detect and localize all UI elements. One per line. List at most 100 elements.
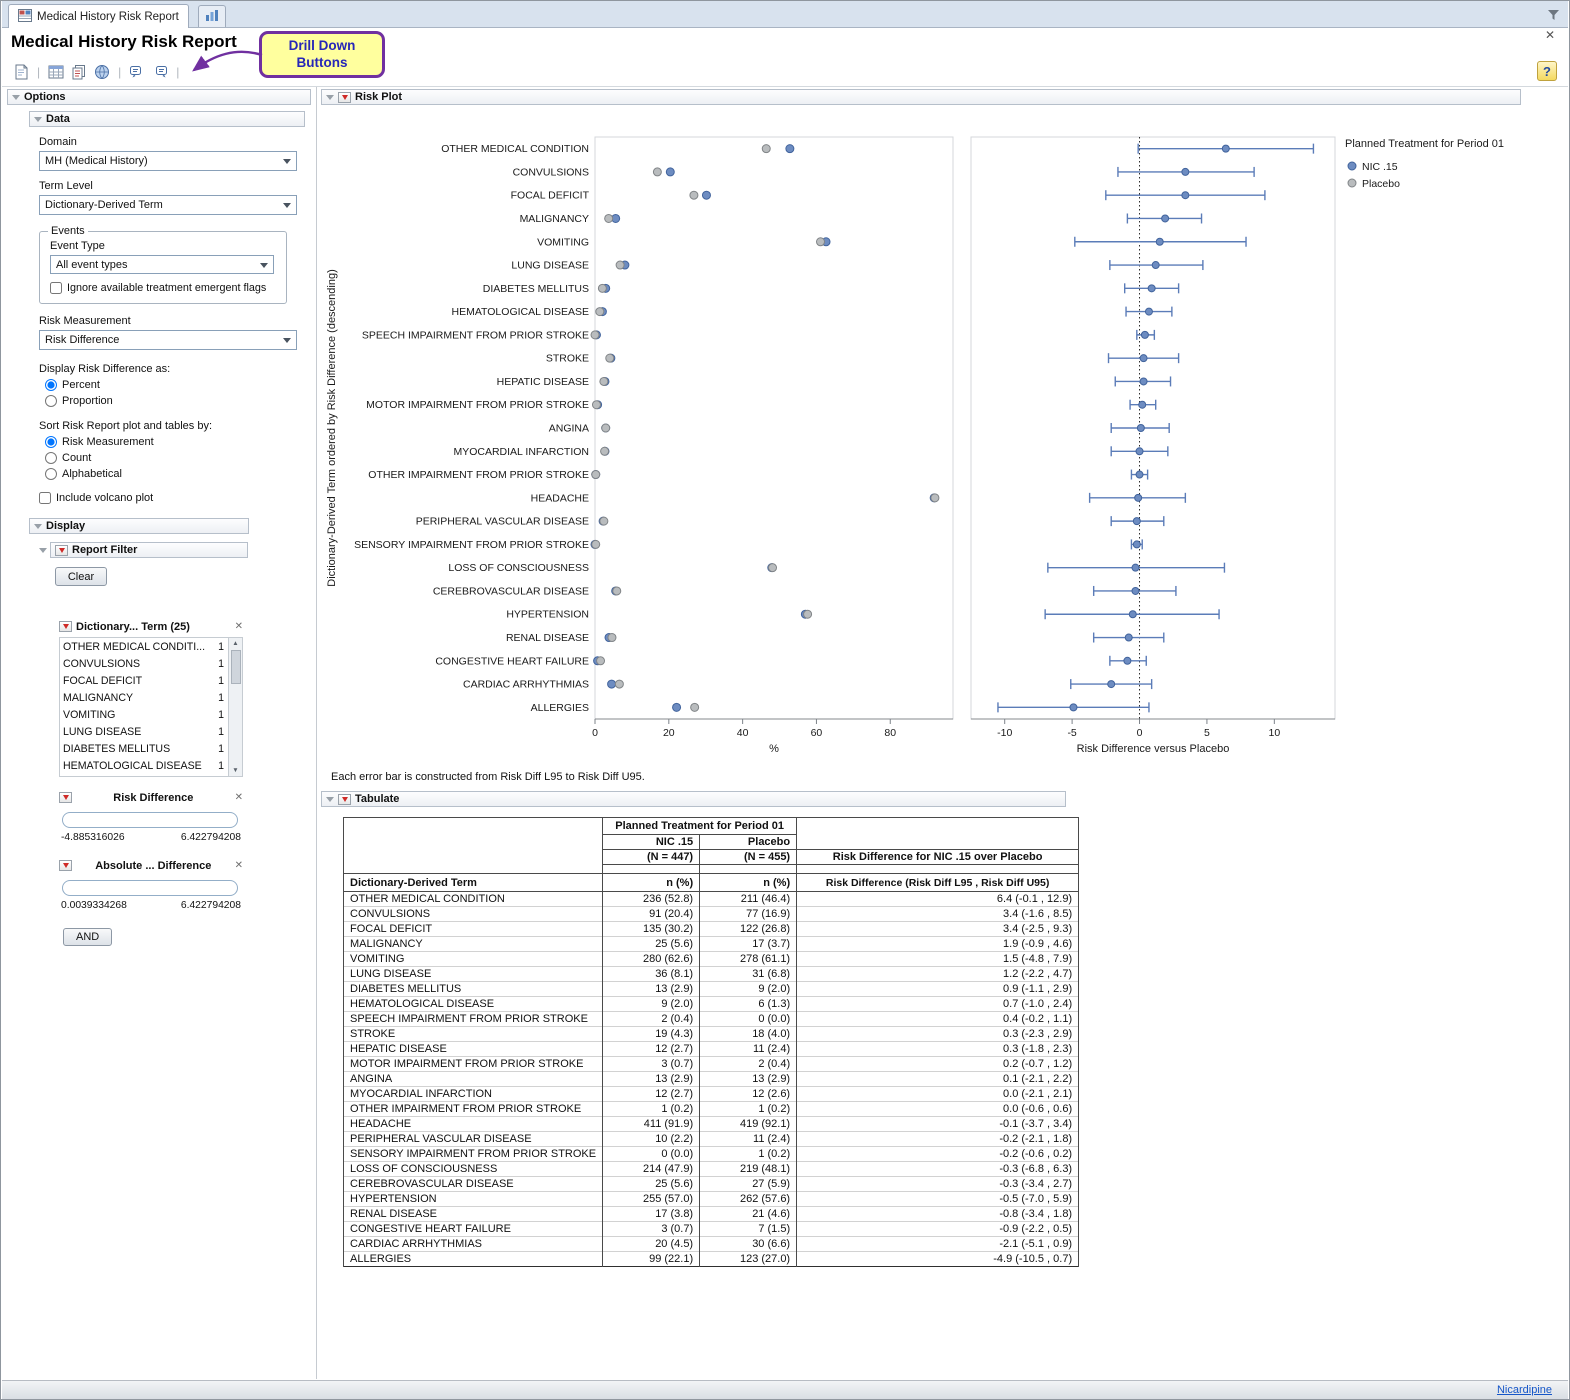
radio-percent-input[interactable] — [45, 379, 57, 391]
duplicate-report-icon[interactable] — [69, 62, 89, 82]
risk-plot-header[interactable]: Risk Plot — [321, 89, 1521, 105]
risk-diff-point[interactable] — [1140, 378, 1147, 385]
radio-alphabetical-input[interactable] — [45, 468, 57, 480]
collapse-triangle-icon[interactable] — [34, 524, 42, 529]
risk-diff-point[interactable] — [1182, 168, 1189, 175]
options-header[interactable]: Options — [7, 89, 311, 105]
placebo-point[interactable] — [592, 540, 600, 548]
close-icon[interactable]: ✕ — [235, 621, 243, 632]
comment-icon[interactable] — [127, 62, 147, 82]
risk-diff-point[interactable] — [1222, 145, 1229, 152]
radio-alphabetical[interactable]: Alphabetical — [45, 468, 313, 480]
ignore-flags-checkbox[interactable] — [50, 282, 62, 294]
panel-divider[interactable] — [316, 87, 317, 1379]
placebo-point[interactable] — [613, 587, 621, 595]
risk-diff-point[interactable] — [1125, 634, 1132, 641]
scroll-up-icon[interactable]: ▲ — [232, 638, 238, 649]
report-icon[interactable] — [11, 62, 31, 82]
filter-term-item[interactable]: OTHER MEDICAL CONDITI...1 — [60, 638, 228, 655]
placebo-point[interactable] — [931, 494, 939, 502]
placebo-point[interactable] — [690, 191, 698, 199]
volcano-checkbox[interactable] — [39, 492, 51, 504]
placebo-point[interactable] — [769, 564, 777, 572]
tab-graph[interactable] — [198, 5, 226, 27]
risk-diff-point[interactable] — [1156, 238, 1163, 245]
risk-diff-point[interactable] — [1132, 587, 1139, 594]
scrollbar-thumb[interactable] — [231, 650, 241, 684]
risk-measurement-select[interactable]: Risk Difference — [39, 330, 297, 350]
close-icon[interactable]: ✕ — [235, 792, 243, 803]
placebo-point[interactable] — [600, 377, 608, 385]
risk-diff-point[interactable] — [1145, 308, 1152, 315]
radio-count[interactable]: Count — [45, 452, 313, 464]
placebo-point[interactable] — [608, 634, 616, 642]
placebo-point[interactable] — [601, 447, 609, 455]
filter-term-item[interactable]: DIABETES MELLITUS1 — [60, 740, 228, 757]
filter-funnel-icon[interactable] — [1547, 8, 1560, 26]
risk-diff-point[interactable] — [1135, 494, 1142, 501]
display-header[interactable]: Display — [29, 518, 249, 534]
placebo-point[interactable] — [598, 284, 606, 292]
risk-diff-point[interactable] — [1133, 541, 1140, 548]
globe-icon[interactable] — [92, 62, 112, 82]
placebo-point[interactable] — [600, 517, 608, 525]
red-triangle-icon[interactable] — [338, 92, 351, 103]
placebo-point[interactable] — [606, 354, 614, 362]
risk-diff-point[interactable] — [1148, 285, 1155, 292]
close-icon[interactable]: ✕ — [235, 860, 243, 871]
collapse-triangle-icon[interactable] — [326, 797, 334, 802]
risk-diff-point[interactable] — [1133, 518, 1140, 525]
risk-diff-point[interactable] — [1124, 657, 1131, 664]
red-triangle-icon[interactable] — [338, 794, 351, 805]
placebo-point[interactable] — [602, 424, 610, 432]
risk-diff-point[interactable] — [1108, 681, 1115, 688]
risk-diff-point[interactable] — [1132, 564, 1139, 571]
clear-button[interactable]: Clear — [55, 567, 107, 586]
risk-diff-point[interactable] — [1136, 448, 1143, 455]
radio-count-input[interactable] — [45, 452, 57, 464]
filter-term-item[interactable]: HEMATOLOGICAL DISEASE1 — [60, 757, 228, 774]
close-icon[interactable]: ✕ — [1545, 28, 1555, 42]
collapse-triangle-icon[interactable] — [34, 117, 42, 122]
placebo-point[interactable] — [591, 331, 599, 339]
risk-diff-point[interactable] — [1139, 401, 1146, 408]
nicardipine-link[interactable]: Nicardipine — [1497, 1384, 1552, 1396]
red-triangle-icon[interactable] — [55, 545, 68, 556]
term-filter-scrollbar[interactable]: ▲ ▼ — [228, 638, 242, 776]
red-triangle-icon[interactable] — [59, 860, 72, 871]
filter-term-item[interactable]: VOMITING1 — [60, 706, 228, 723]
risk-diff-point[interactable] — [1182, 192, 1189, 199]
help-button[interactable]: ? — [1537, 61, 1557, 81]
risk-diff-point[interactable] — [1070, 704, 1077, 711]
placebo-point[interactable] — [653, 168, 661, 176]
red-triangle-icon[interactable] — [59, 621, 72, 632]
risk-diff-point[interactable] — [1140, 355, 1147, 362]
report-filter-header[interactable]: Report Filter — [50, 542, 248, 558]
nic-point[interactable] — [666, 168, 674, 176]
risk-difference-range-slider[interactable] — [62, 812, 238, 828]
radio-risk-measurement-input[interactable] — [45, 436, 57, 448]
filter-term-item[interactable]: FOCAL DEFICIT1 — [60, 672, 228, 689]
risk-diff-point[interactable] — [1129, 611, 1136, 618]
tab-medical-history-risk-report[interactable]: Medical History Risk Report — [8, 4, 189, 28]
collapse-triangle-icon[interactable] — [12, 95, 20, 100]
radio-risk-measurement[interactable]: Risk Measurement — [45, 436, 313, 448]
placebo-point[interactable] — [605, 214, 613, 222]
filter-term-item[interactable]: MALIGNANCY1 — [60, 689, 228, 706]
absolute-difference-range-slider[interactable] — [62, 880, 238, 896]
filter-term-item[interactable]: CONVULSIONS1 — [60, 655, 228, 672]
placebo-point[interactable] — [804, 610, 812, 618]
nic-point[interactable] — [702, 191, 710, 199]
and-button[interactable]: AND — [63, 928, 112, 946]
collapse-triangle-icon[interactable] — [39, 548, 47, 553]
placebo-point[interactable] — [596, 308, 604, 316]
risk-diff-point[interactable] — [1152, 262, 1159, 269]
risk-diff-point[interactable] — [1162, 215, 1169, 222]
nic-point[interactable] — [673, 703, 681, 711]
term-level-select[interactable]: Dictionary-Derived Term — [39, 195, 297, 215]
placebo-point[interactable] — [597, 657, 605, 665]
radio-percent[interactable]: Percent — [45, 379, 313, 391]
radio-proportion[interactable]: Proportion — [45, 395, 313, 407]
nic-point[interactable] — [786, 145, 794, 153]
placebo-point[interactable] — [592, 471, 600, 479]
